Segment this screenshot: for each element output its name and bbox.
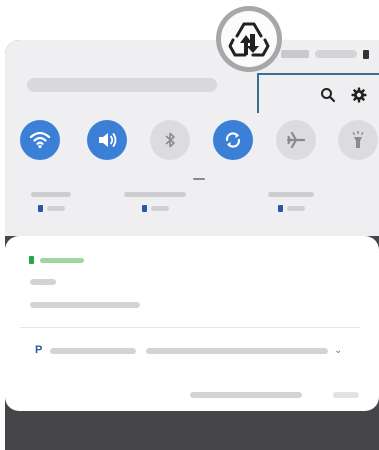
panel-handle[interactable] [193,178,205,180]
network-label-placeholder [124,192,186,197]
gear-icon[interactable] [348,84,370,106]
rotate-icon [225,132,241,148]
speaker-icon [99,133,117,147]
network-label-placeholder [268,192,314,197]
auto-rotate-toggle[interactable] [213,120,253,160]
quick-settings-row [20,120,379,160]
flashlight-icon [352,131,364,148]
airplane-icon [287,131,305,149]
sim-icon [141,205,147,212]
network-item-2 [115,192,195,212]
search-icon[interactable] [317,84,339,106]
signal-icon [281,50,309,58]
flashlight-toggle[interactable] [338,120,378,160]
wifi-icon [29,131,51,149]
notification-app-header[interactable] [29,256,84,264]
media-app-letter: P [35,344,43,356]
battery-icon [363,49,369,59]
network-item-1 [11,192,91,212]
network-label-placeholder [31,192,71,197]
media-title-placeholder[interactable] [146,348,328,354]
media-source-placeholder[interactable] [50,348,136,354]
sound-toggle[interactable] [87,120,127,160]
data-saver-icon [221,11,277,67]
bluetooth-toggle[interactable] [150,120,190,160]
phone-screen [5,40,379,450]
quick-panel [5,40,379,236]
network-item-3 [251,192,331,212]
chevron-down-icon[interactable]: ⌄ [334,345,342,356]
notification-text-placeholder [30,302,140,308]
clear-placeholder[interactable] [333,392,359,398]
date-time [27,78,217,92]
battery-app-icon [29,256,34,264]
notification-title-placeholder [30,279,56,285]
airplane-toggle[interactable] [276,120,316,160]
sim-icon [277,205,283,212]
app-name-placeholder [40,257,84,263]
divider [20,327,360,328]
wifi-toggle[interactable] [20,120,60,160]
sim-icon [37,205,43,212]
status-bar [281,48,369,60]
bluetooth-icon [165,132,175,148]
notification-settings-placeholder[interactable] [190,392,302,398]
status-placeholder [315,50,357,58]
